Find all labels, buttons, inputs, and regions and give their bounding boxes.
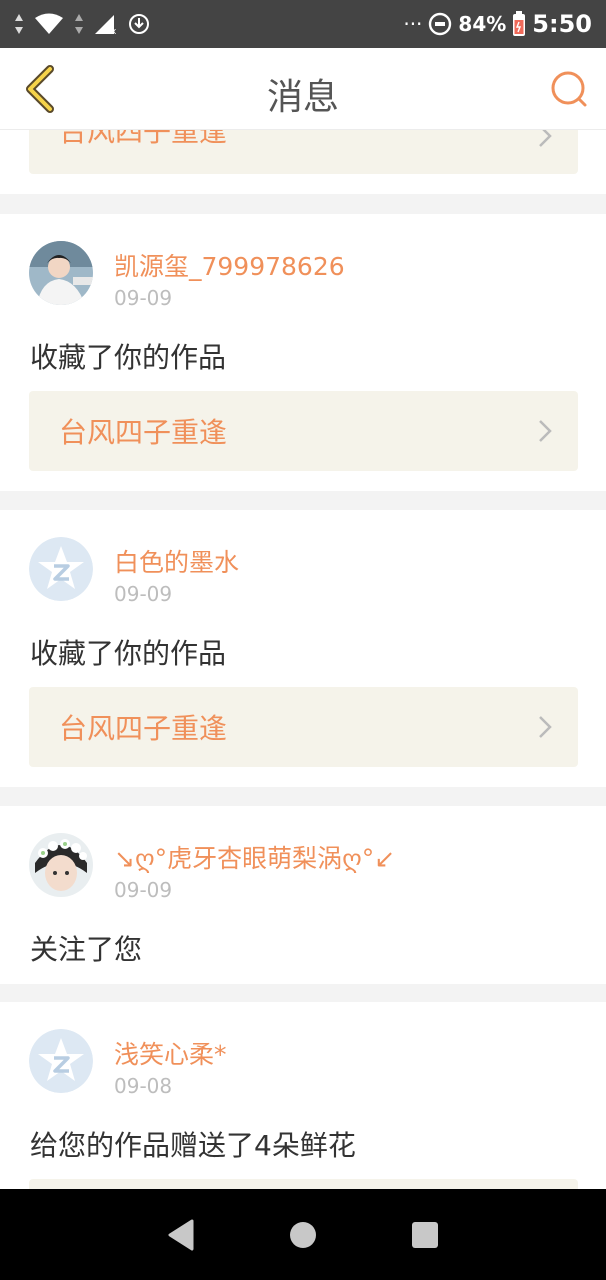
download-circle-icon — [129, 14, 149, 34]
avatar[interactable] — [29, 537, 93, 601]
message-date: 09-08 — [114, 1074, 173, 1098]
page-title: 消息 — [266, 77, 339, 118]
avatar[interactable] — [29, 241, 93, 305]
default-star-avatar-icon — [29, 1029, 93, 1093]
avatar[interactable] — [29, 1029, 93, 1093]
work-link[interactable]: 台风四子重逢 — [29, 130, 578, 174]
default-star-avatar-icon — [29, 537, 93, 601]
work-link[interactable] — [29, 1179, 578, 1189]
status-icons-left: x — [14, 13, 150, 35]
signal-icon: x — [95, 15, 117, 35]
more-dots: ··· — [403, 12, 423, 36]
triangle-back-icon — [168, 1219, 194, 1250]
message-text: 给您的作品赠送了4朵鲜花 — [30, 1129, 356, 1162]
user-photo-icon — [29, 833, 93, 897]
svg-text:x: x — [111, 27, 117, 35]
chevron-right-icon — [539, 420, 552, 442]
battery-icon — [513, 11, 526, 36]
avatar[interactable] — [29, 833, 93, 897]
screen: x ··· 84% 5:50 消息 台风四子重逢 凯源玺_799978626 0… — [0, 0, 606, 1280]
message-text: 关注了您 — [30, 933, 143, 966]
wifi-icon — [35, 13, 63, 34]
nav-back-button[interactable] — [161, 1215, 201, 1255]
username[interactable]: 凯源玺_799978626 — [114, 247, 345, 283]
system-nav-bar — [0, 1189, 606, 1280]
app-header: 消息 — [0, 48, 606, 130]
message-text: 收藏了你的作品 — [30, 637, 227, 670]
user-photo-icon — [29, 241, 93, 305]
work-link[interactable]: 台风四子重逢 — [29, 391, 578, 471]
message-card: 浅笑心柔* 09-08 给您的作品赠送了4朵鲜花 — [0, 1002, 606, 1189]
do-not-disturb-icon — [429, 12, 452, 36]
message-date: 09-09 — [114, 582, 173, 606]
message-list: 台风四子重逢 凯源玺_799978626 09-09 收藏了你的作品 台风四子重… — [0, 130, 606, 1189]
data-arrows-icon — [75, 14, 83, 34]
message-card: ↘ღ°虎牙杏眼萌梨涡ღ°↙ 09-09 关注了您 — [0, 806, 606, 984]
work-link[interactable]: 台风四子重逢 — [29, 687, 578, 767]
status-icons-right: ··· 84% 5:50 — [403, 10, 592, 38]
circle-home-icon — [290, 1221, 316, 1248]
message-card: 台风四子重逢 — [0, 130, 606, 194]
data-arrows-icon — [15, 14, 23, 34]
battery-percent: 84% — [458, 12, 507, 36]
message-card: 凯源玺_799978626 09-09 收藏了你的作品 台风四子重逢 — [0, 214, 606, 491]
status-bar: x ··· 84% 5:50 — [0, 0, 606, 48]
username[interactable]: 浅笑心柔* — [114, 1035, 227, 1071]
chevron-right-icon — [539, 130, 552, 147]
search-icon — [551, 71, 587, 107]
nav-home-button[interactable] — [283, 1215, 323, 1255]
work-title: 台风四子重逢 — [59, 130, 228, 148]
message-text: 收藏了你的作品 — [30, 341, 227, 374]
message-date: 09-09 — [114, 286, 173, 310]
square-recents-icon — [412, 1221, 438, 1248]
username[interactable]: ↘ღ°虎牙杏眼萌梨涡ღ°↙ — [114, 839, 395, 875]
chevron-right-icon — [539, 716, 552, 738]
message-card: 白色的墨水 09-09 收藏了你的作品 台风四子重逢 — [0, 510, 606, 787]
nav-recents-button[interactable] — [405, 1215, 445, 1255]
clock: 5:50 — [532, 10, 592, 38]
username[interactable]: 白色的墨水 — [114, 543, 239, 579]
search-button[interactable] — [546, 66, 592, 112]
work-title: 台风四子重逢 — [59, 712, 228, 745]
work-title: 台风四子重逢 — [59, 416, 228, 449]
message-date: 09-09 — [114, 878, 173, 902]
